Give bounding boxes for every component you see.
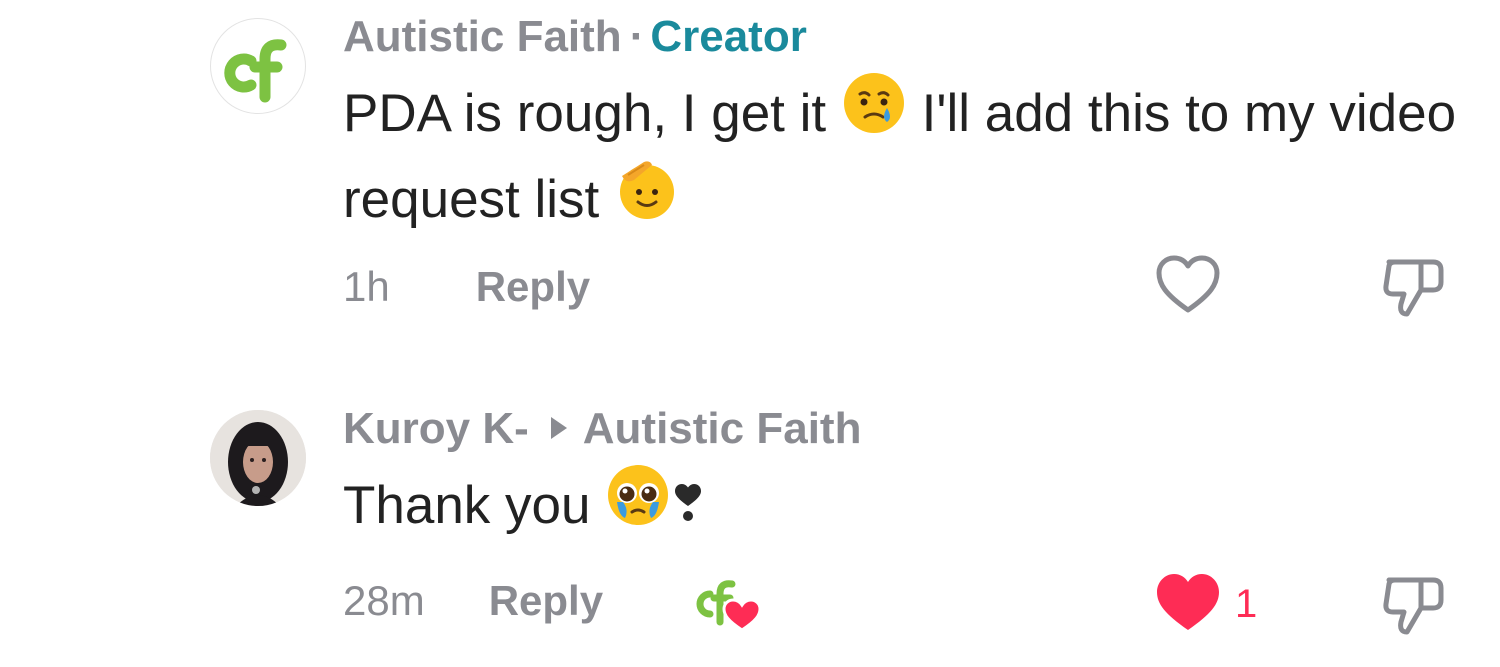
thumbs-down-icon [1383,259,1444,317]
comment-header: Kuroy K- Autistic Faith [343,407,861,453]
comment-text: PDA is rough, I get it I'll add this to … [343,73,1473,246]
heart-exclamation-icon [673,468,703,542]
reply-button[interactable]: Reply [476,263,590,310]
face-holding-back-tears-icon [841,70,907,156]
comment-author[interactable]: Autistic Faith [343,12,622,61]
creator-liked-icon [696,580,762,632]
like-count: 1 [1235,582,1258,626]
dislike-button[interactable] [1381,256,1447,325]
creator-badge: Creator [650,12,807,61]
comment-timestamp: 1h [343,263,390,310]
comment-meta: 1h Reply [343,266,590,308]
like-button[interactable] [1155,254,1221,319]
comment-timestamp: 28m [343,577,425,624]
like-button[interactable] [1155,572,1221,637]
reply-button[interactable]: Reply [489,577,603,624]
thumbs-down-icon [1383,577,1444,635]
comment-author[interactable]: Kuroy K- [343,404,529,453]
header-separator: · [629,12,645,61]
avatar[interactable] [210,18,306,114]
profile-photo-icon [210,410,306,506]
pleading-face-icon [605,462,671,548]
autistic-faith-logo-icon [224,39,287,103]
comment-text: Thank you [343,465,1473,552]
dislike-button[interactable] [1381,574,1447,643]
avatar[interactable] [210,410,306,506]
reply-to-author[interactable]: Autistic Faith [583,404,862,453]
reply-to-arrow-icon [549,405,569,449]
heart-filled-icon [1157,574,1219,630]
comment-meta: 28m Reply [343,580,603,622]
comment-header: Autistic Faith · Creator [343,15,807,59]
heart-outline-icon [1156,255,1220,313]
saluting-face-icon [614,156,680,242]
liked-by-creator-badge [690,572,764,637]
